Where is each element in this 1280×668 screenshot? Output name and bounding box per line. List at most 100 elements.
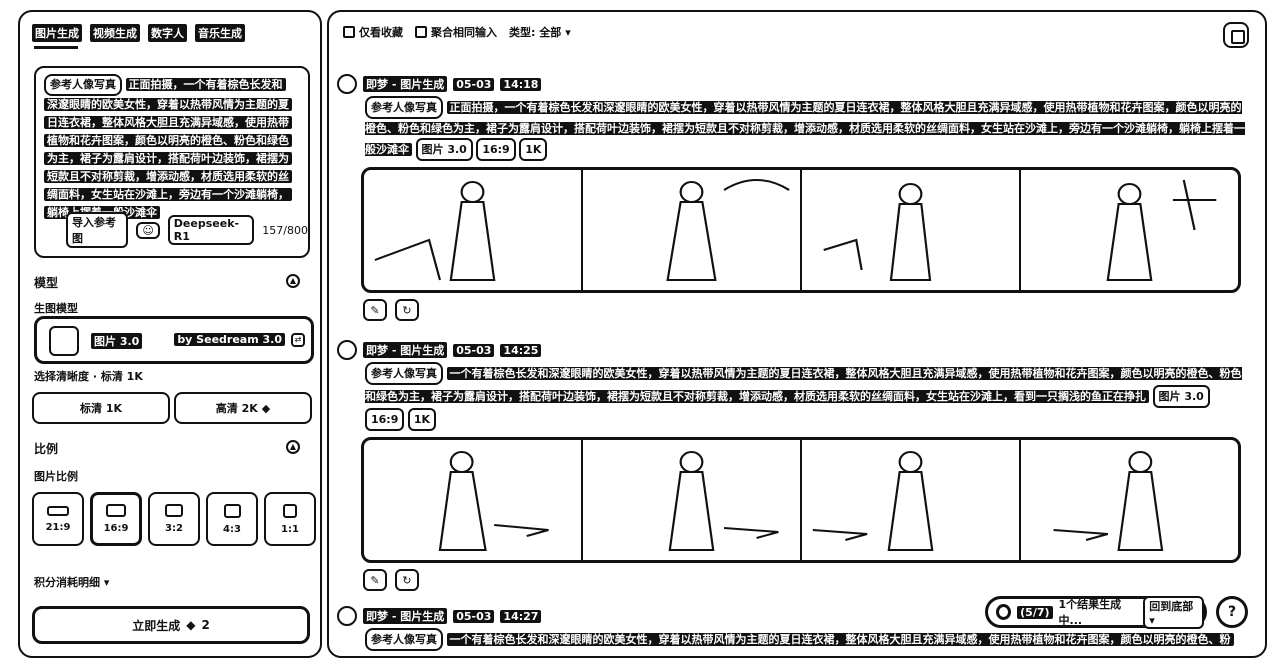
generation-status[interactable]: (5/7) 1个结果生成中... 回到底部 ▾ bbox=[985, 595, 1207, 629]
result-image[interactable] bbox=[802, 440, 1021, 560]
group-date: 05-03 bbox=[453, 609, 495, 623]
prompt-tools: 导入参考图 ☺ Deepseek-R1 157/800 bbox=[66, 212, 308, 248]
result-image[interactable] bbox=[364, 170, 583, 290]
emoji-icon[interactable]: ☺ bbox=[136, 221, 160, 239]
edit-icon[interactable]: ✎ bbox=[363, 299, 387, 321]
avatar bbox=[337, 606, 357, 626]
avatar bbox=[337, 74, 357, 94]
group-source: 即梦 - 图片生成 bbox=[363, 76, 448, 92]
ratio-21-9[interactable]: 21:9 bbox=[32, 492, 84, 546]
prompt-line: 日连衣裙，整体风格大胆且充满异域感，使用热带 bbox=[44, 116, 292, 129]
ref-tag: 参考人像写真 bbox=[365, 96, 443, 119]
result-image[interactable] bbox=[1021, 170, 1238, 290]
tag: 16:9 bbox=[365, 408, 405, 431]
tab-video[interactable]: 视频生成 bbox=[90, 24, 140, 42]
back-to-bottom-button[interactable]: 回到底部 ▾ bbox=[1143, 595, 1205, 629]
diamond-icon: ◆ bbox=[261, 401, 271, 415]
group-prompt: 参考人像写真 一个有着棕色长发和深邃眼睛的欧美女性，穿着以热带风情为主题的夏日连… bbox=[365, 628, 1249, 651]
tag: 1K bbox=[407, 408, 437, 431]
type-filter[interactable]: 类型: 全部 ▾ bbox=[509, 24, 571, 40]
result-image[interactable] bbox=[583, 170, 802, 290]
result-image[interactable] bbox=[583, 440, 802, 560]
model-selector[interactable]: 图片 3.0 by Seedream 3.0 ⇄ bbox=[34, 316, 314, 364]
model-thumb-icon bbox=[49, 326, 79, 356]
model-by: by Seedream 3.0 bbox=[174, 333, 285, 346]
result-actions: ✎ ↻ bbox=[363, 569, 1249, 591]
points-icon: ◆ bbox=[186, 618, 196, 632]
char-count: 157/800 bbox=[262, 223, 308, 237]
prompt-line: 植物和花卉图案，颜色以明亮的橙色、粉色和绿色 bbox=[44, 134, 292, 147]
regenerate-icon[interactable]: ↻ bbox=[395, 299, 419, 321]
group-source: 即梦 - 图片生成 bbox=[363, 342, 448, 358]
ratio-subtitle: 图片比例 bbox=[34, 470, 78, 483]
results-panel: 仅看收藏 聚合相同输入 类型: 全部 ▾ 即梦 - 图片生成 05-03 14:1… bbox=[327, 10, 1267, 658]
prompt-box[interactable]: 参考人像写真 正面拍摄，一个有着棕色长发和 深邃眼睛的欧美女性，穿着以热带风情为… bbox=[34, 66, 310, 258]
active-tab-indicator bbox=[34, 46, 78, 49]
prompt-line: 短款且不对称剪裁，增添动感，材质选用柔软的丝 bbox=[44, 170, 292, 183]
tag: 图片 3.0 bbox=[1152, 385, 1210, 408]
group-date: 05-03 bbox=[453, 77, 495, 91]
result-group: 即梦 - 图片生成 05-03 14:25 参考人像写真 一个有着棕色长发和深邃… bbox=[337, 340, 1249, 591]
prompt-line: 为主，裙子为露肩设计，搭配荷叶边装饰，裙摆为 bbox=[44, 152, 292, 165]
prompt-text: 一个有着棕色长发和深邃眼睛的欧美女性，穿着以热带风情为主题的夏日连衣裙，整体风格… bbox=[365, 367, 1242, 403]
panel-toggle-button[interactable] bbox=[1223, 22, 1249, 48]
group-prompt: 参考人像写真 正面拍摄，一个有着棕色长发和深邃眼睛的欧美女性，穿着以热带风情为主… bbox=[365, 96, 1249, 161]
ratio-16-9[interactable]: 16:9 bbox=[90, 492, 142, 546]
generate-button[interactable]: 立即生成 ◆ 2 bbox=[32, 606, 310, 644]
resolution-hd-button[interactable]: 高清 2K ◆ bbox=[174, 392, 312, 424]
tag: 图片 3.0 bbox=[415, 138, 473, 161]
status-progress: (5/7) bbox=[1017, 605, 1053, 619]
group-time: 14:25 bbox=[500, 343, 542, 357]
results-toolbar: 仅看收藏 聚合相同输入 类型: 全部 ▾ bbox=[343, 24, 571, 40]
resolution-sd-button[interactable]: 标清 1K bbox=[32, 392, 170, 424]
result-actions: ✎ ↻ bbox=[363, 299, 1249, 321]
ratio-1-1[interactable]: 1:1 bbox=[264, 492, 316, 546]
tab-digital-human[interactable]: 数字人 bbox=[148, 24, 187, 42]
model-section-title: 模型 bbox=[34, 276, 59, 290]
model-name: 图片 3.0 bbox=[91, 333, 143, 349]
points-detail-toggle[interactable]: 积分消耗明细 ▾ bbox=[34, 574, 109, 590]
result-group: 即梦 - 图片生成 05-03 14:18 参考人像写真 正面拍摄，一个有着棕色… bbox=[337, 74, 1249, 321]
left-panel: 图片生成 视频生成 数字人 音乐生成 参考人像写真 正面拍摄，一个有着棕色长发和… bbox=[18, 10, 322, 658]
prompt-line: 正面拍摄，一个有着棕色长发和 bbox=[125, 78, 286, 91]
image-gallery bbox=[361, 167, 1241, 293]
chevron-down-icon: ▾ bbox=[103, 576, 110, 589]
result-image[interactable] bbox=[1021, 440, 1238, 560]
aggregate-filter[interactable]: 聚合相同输入 bbox=[415, 24, 497, 40]
chevron-down-icon: ▾ bbox=[1149, 613, 1155, 627]
ratio-section-title: 比例 bbox=[34, 442, 59, 456]
generate-label: 立即生成 bbox=[132, 618, 181, 633]
ratio-4-3[interactable]: 4:3 bbox=[206, 492, 258, 546]
deepseek-button[interactable]: Deepseek-R1 bbox=[167, 215, 255, 245]
group-prompt: 参考人像写真 一个有着棕色长发和深邃眼睛的欧美女性，穿着以热带风情为主题的夏日连… bbox=[365, 362, 1249, 431]
import-ref-button[interactable]: 导入参考图 bbox=[66, 212, 129, 248]
ref-tag[interactable]: 参考人像写真 bbox=[44, 74, 122, 96]
edit-icon[interactable]: ✎ bbox=[363, 569, 387, 591]
group-time: 14:27 bbox=[500, 609, 542, 623]
ratio-3-2[interactable]: 3:2 bbox=[148, 492, 200, 546]
status-text: 1个结果生成中... bbox=[1058, 598, 1122, 627]
group-time: 14:18 bbox=[500, 77, 542, 91]
ref-tag: 参考人像写真 bbox=[365, 628, 443, 651]
tag: 1K bbox=[519, 138, 548, 161]
avatar bbox=[337, 340, 357, 360]
result-image[interactable] bbox=[802, 170, 1021, 290]
fav-filter[interactable]: 仅看收藏 bbox=[343, 24, 403, 40]
result-image[interactable] bbox=[364, 440, 583, 560]
tab-image[interactable]: 图片生成 bbox=[32, 24, 82, 42]
tag: 16:9 bbox=[476, 138, 516, 161]
merge-icon bbox=[415, 26, 427, 38]
collapse-model-icon[interactable]: ▲ bbox=[286, 274, 300, 288]
ref-tag: 参考人像写真 bbox=[365, 362, 443, 385]
group-source: 即梦 - 图片生成 bbox=[363, 608, 448, 624]
bookmark-icon bbox=[343, 26, 355, 38]
chevron-down-icon: ▾ bbox=[565, 25, 571, 39]
help-button[interactable]: ? bbox=[1216, 596, 1248, 628]
prompt-text: 一个有着棕色长发和深邃眼睛的欧美女性，穿着以热带风情为主题的夏日连衣裙，整体风格… bbox=[446, 633, 1234, 646]
mode-tabs: 图片生成 视频生成 数字人 音乐生成 bbox=[32, 24, 245, 42]
collapse-ratio-icon[interactable]: ▲ bbox=[286, 440, 300, 454]
regenerate-icon[interactable]: ↻ bbox=[395, 569, 419, 591]
swap-icon[interactable]: ⇄ bbox=[291, 333, 305, 347]
prompt-text[interactable]: 参考人像写真 正面拍摄，一个有着棕色长发和 深邃眼睛的欧美女性，穿着以热带风情为… bbox=[44, 74, 300, 222]
tab-music[interactable]: 音乐生成 bbox=[195, 24, 245, 42]
